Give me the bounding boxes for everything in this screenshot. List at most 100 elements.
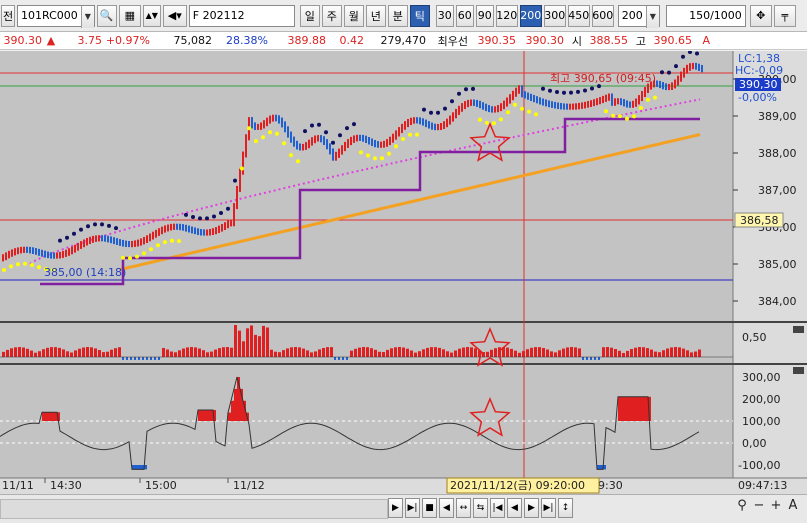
- chart-svg[interactable]: 390,00389,00388,00387,00386,00385,00384,…: [0, 50, 807, 494]
- volume-bar: [262, 325, 265, 357]
- candle: [224, 222, 226, 230]
- candle: [320, 135, 322, 143]
- fit-button[interactable]: ↕: [558, 498, 573, 518]
- chevron-down-icon[interactable]: ▼: [645, 5, 659, 28]
- candle: [524, 91, 526, 99]
- sar-dot: [415, 132, 419, 137]
- volume-bar: [114, 348, 117, 357]
- candle: [95, 235, 97, 242]
- sar-dot: [471, 86, 475, 91]
- minus-icon[interactable]: −: [752, 498, 766, 513]
- text-icon[interactable]: A: [786, 498, 800, 513]
- period-tick[interactable]: 틱: [409, 4, 430, 27]
- candle: [593, 99, 595, 107]
- first-button[interactable]: |◀: [490, 498, 505, 518]
- volume-bar: [26, 348, 29, 357]
- candle: [554, 101, 556, 109]
- panel-collapse-icon[interactable]: [793, 367, 804, 374]
- oscillator-panel[interactable]: [0, 366, 733, 478]
- chart-area[interactable]: 390,00389,00388,00387,00386,00385,00384,…: [0, 50, 807, 494]
- volume-bar: [30, 350, 33, 357]
- grid-icon-button[interactable]: ▦: [118, 4, 141, 27]
- settings-button[interactable]: ✥: [749, 4, 772, 27]
- candle: [641, 91, 643, 102]
- candle: [662, 82, 664, 90]
- candle: [431, 122, 433, 130]
- candle: [545, 99, 547, 107]
- candle: [668, 83, 670, 91]
- unit-60[interactable]: 60: [455, 4, 474, 27]
- volume-bar: [638, 347, 641, 357]
- period-year[interactable]: 년: [365, 4, 386, 27]
- sar-dot: [548, 88, 552, 93]
- scroll-right-button[interactable]: ▶: [388, 498, 403, 518]
- unit-120[interactable]: 120: [495, 4, 518, 27]
- last-button[interactable]: ▶|: [541, 498, 556, 518]
- candle: [107, 235, 109, 243]
- panel-collapse-icon[interactable]: [793, 326, 804, 333]
- candle: [377, 141, 379, 148]
- period-minute[interactable]: 분: [387, 4, 408, 27]
- zoom-icon[interactable]: ⚲: [735, 498, 749, 513]
- volume-bar: [302, 348, 305, 357]
- sar-dot: [177, 239, 181, 244]
- sar-dot: [240, 166, 244, 171]
- sar-dot: [79, 227, 83, 232]
- sar-dot: [338, 133, 342, 138]
- search-button[interactable]: 🔍: [96, 4, 117, 27]
- unit-label: 200: [520, 9, 542, 22]
- candle: [551, 101, 553, 108]
- unit-combo[interactable]: 200 ▼: [617, 4, 660, 28]
- volume-bar: [526, 349, 529, 357]
- candle: [398, 127, 400, 137]
- product-name-field[interactable]: F 202112: [188, 4, 295, 27]
- sar-dot: [86, 224, 90, 229]
- candle: [71, 246, 73, 255]
- spin-button[interactable]: ▲▼: [142, 4, 161, 27]
- scroll-track[interactable]: [0, 499, 388, 519]
- volume-bar: [570, 347, 573, 357]
- period-week[interactable]: 주: [321, 4, 342, 27]
- unit-600[interactable]: 600: [591, 4, 614, 27]
- pause-button[interactable]: ■: [422, 498, 437, 518]
- volume-bar: [330, 347, 333, 357]
- period-day[interactable]: 일: [299, 4, 320, 27]
- sar-dot: [156, 243, 160, 248]
- unit-30[interactable]: 30: [435, 4, 454, 27]
- shrink-button[interactable]: ⇆: [473, 498, 488, 518]
- candle: [476, 99, 478, 107]
- candle: [389, 136, 391, 146]
- osc-fill-up: [198, 410, 201, 421]
- expand-button[interactable]: ↔: [456, 498, 471, 518]
- unit-450[interactable]: 450: [567, 4, 590, 27]
- volume-bar: [618, 350, 621, 357]
- scroll-left-button[interactable]: ◀: [439, 498, 454, 518]
- unit-200[interactable]: 200: [519, 4, 542, 27]
- plus-icon[interactable]: +: [769, 498, 783, 513]
- step-fwd-button[interactable]: ▶: [524, 498, 539, 518]
- candle: [287, 126, 289, 138]
- sound-button[interactable]: ◀▾: [162, 4, 187, 27]
- candle: [479, 100, 481, 109]
- period-month[interactable]: 월: [343, 4, 364, 27]
- volume-bar: [434, 347, 437, 357]
- chevron-down-icon[interactable]: ▼: [80, 5, 94, 28]
- volume-bar: [522, 351, 525, 357]
- unit-300[interactable]: 300: [543, 4, 566, 27]
- osc-fill-down: [135, 465, 138, 470]
- step-back-button[interactable]: ◀: [507, 498, 522, 518]
- sar-dot: [513, 102, 517, 107]
- unit-90[interactable]: 90: [475, 4, 494, 27]
- market-select-button[interactable]: 전: [1, 4, 15, 27]
- volume-bar: [310, 352, 313, 357]
- count-field[interactable]: 150/1000: [665, 4, 746, 27]
- sar-dot: [9, 264, 13, 269]
- osc-tick-label: 200,00: [742, 393, 781, 406]
- code-combo[interactable]: 101RC000 ▼: [17, 4, 95, 28]
- pin-button[interactable]: ╤: [773, 4, 796, 27]
- sar-dot: [457, 91, 461, 96]
- last-icon: ▶|: [543, 503, 554, 513]
- unit-label: 450: [568, 9, 590, 22]
- left-icon: ◀: [443, 503, 450, 513]
- scroll-end-button[interactable]: ▶|: [405, 498, 420, 518]
